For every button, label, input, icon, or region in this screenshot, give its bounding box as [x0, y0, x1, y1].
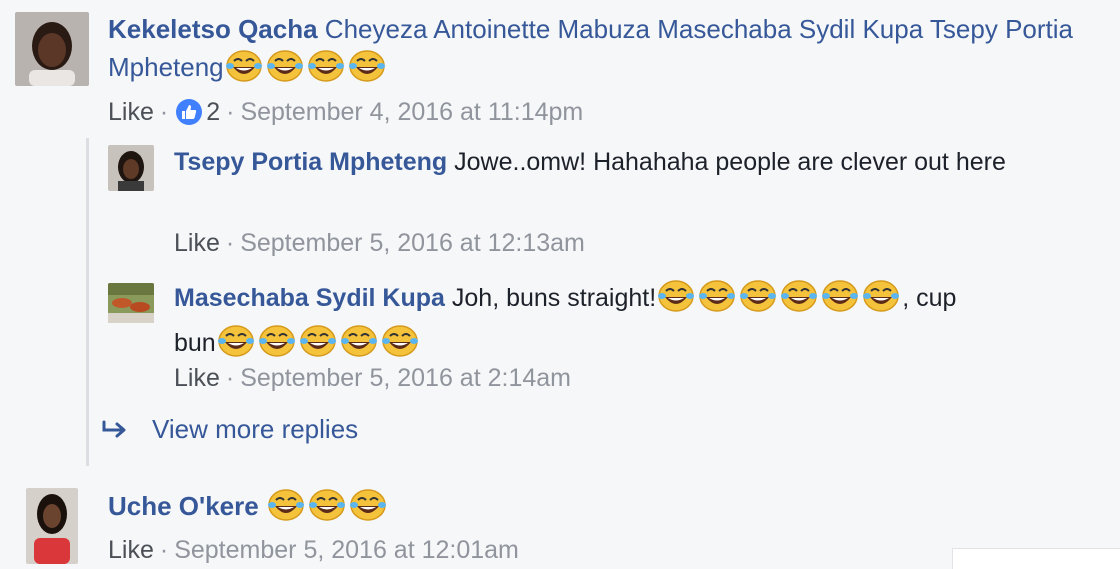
tears-of-joy-emoji — [266, 488, 306, 522]
timestamp[interactable]: September 5, 2016 at 12:13am — [240, 229, 585, 257]
tears-of-joy-emoji — [656, 279, 696, 313]
reply-body: Tsepy Portia Mpheteng Jowe..omw! Hahahah… — [174, 143, 1074, 181]
comment-meta: Like · September 5, 2016 at 12:01am — [108, 535, 519, 565]
avatar[interactable] — [108, 145, 154, 191]
reply-author[interactable]: Tsepy Portia Mpheteng — [174, 148, 447, 176]
avatar[interactable] — [26, 488, 78, 564]
reply-text-continued: , cup — [902, 284, 957, 312]
separator-dot: · — [225, 364, 235, 392]
tears-of-joy-emoji — [738, 279, 778, 313]
tears-of-joy-emoji — [861, 279, 901, 313]
reply-text: Joh, buns straight! — [451, 284, 657, 312]
emoji-group — [224, 49, 388, 93]
emoji-group — [656, 279, 902, 324]
comment-author[interactable]: Uche O'kere — [108, 491, 259, 521]
comment-thread: Kekeletso Qacha Cheyeza Antoinette Mabuz… — [0, 0, 1120, 569]
tears-of-joy-emoji — [697, 279, 737, 313]
view-more-replies[interactable]: View more replies — [100, 412, 358, 446]
comment-meta: Like · 2 · September 4, 2016 at 11:14pm — [108, 97, 583, 127]
like-button[interactable]: Like — [174, 364, 220, 392]
like-count[interactable]: 2 — [206, 98, 220, 126]
reply-arrow-icon — [100, 414, 130, 438]
separator-dot: · — [159, 98, 169, 126]
timestamp[interactable]: September 4, 2016 at 11:14pm — [240, 98, 583, 126]
timestamp[interactable]: September 5, 2016 at 2:14am — [240, 364, 571, 392]
tears-of-joy-emoji — [298, 324, 338, 358]
timestamp[interactable]: September 5, 2016 at 12:01am — [174, 536, 519, 564]
tears-of-joy-emoji — [820, 279, 860, 313]
reply-text-end: bun — [174, 329, 216, 357]
reply-author[interactable]: Masechaba Sydil Kupa — [174, 284, 445, 312]
reply-meta: Like · September 5, 2016 at 2:14am — [174, 363, 571, 393]
tears-of-joy-emoji — [339, 324, 379, 358]
comment-kekeletso: Kekeletso Qacha Cheyeza Antoinette Mabuz… — [0, 0, 1120, 140]
like-button[interactable]: Like — [108, 98, 154, 126]
tears-of-joy-emoji — [216, 324, 256, 358]
partial-panel — [952, 548, 1120, 569]
reply-body: Masechaba Sydil Kupa Joh, buns straight!… — [174, 279, 1074, 369]
tears-of-joy-emoji — [347, 49, 387, 83]
thumbs-up-icon[interactable] — [176, 99, 203, 125]
reply-thread-line — [86, 138, 89, 466]
avatar[interactable] — [15, 12, 89, 86]
tears-of-joy-emoji — [380, 324, 420, 358]
tears-of-joy-emoji — [307, 488, 347, 522]
tears-of-joy-emoji — [306, 49, 346, 83]
tears-of-joy-emoji — [265, 49, 305, 83]
separator-dot: · — [226, 98, 235, 126]
tears-of-joy-emoji — [224, 49, 264, 83]
separator-dot: · — [159, 536, 169, 564]
view-more-label[interactable]: View more replies — [152, 414, 358, 444]
comment-body: Kekeletso Qacha Cheyeza Antoinette Mabuz… — [108, 10, 1088, 93]
separator-dot: · — [225, 229, 235, 257]
tears-of-joy-emoji — [257, 324, 297, 358]
reply-meta: Like · September 5, 2016 at 12:13am — [174, 228, 585, 258]
avatar[interactable] — [108, 283, 154, 323]
comment-author[interactable]: Kekeletso Qacha — [108, 14, 318, 44]
tears-of-joy-emoji — [779, 279, 819, 313]
reply-text: Jowe..omw! Hahahaha people are clever ou… — [454, 148, 1006, 176]
like-button[interactable]: Like — [174, 229, 220, 257]
emoji-group — [266, 488, 389, 532]
like-button[interactable]: Like — [108, 536, 154, 564]
tears-of-joy-emoji — [348, 488, 388, 522]
comment-body: Uche O'kere — [108, 487, 1008, 532]
